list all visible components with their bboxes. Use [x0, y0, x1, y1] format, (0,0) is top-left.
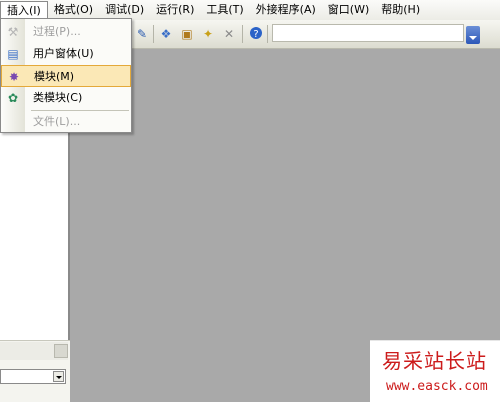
menu-item-userform[interactable]: ▤ 用户窗体(U)	[1, 43, 131, 65]
menu-item-file[interactable]: 文件(L)...	[1, 111, 131, 133]
menu-tools[interactable]: 工具(T)	[200, 1, 249, 19]
menu-item-procedure[interactable]: ⚒ 过程(P)...	[1, 21, 131, 43]
menu-item-module[interactable]: ✸ 模块(M)	[1, 65, 131, 87]
object-select[interactable]	[0, 369, 66, 384]
menu-help[interactable]: 帮助(H)	[375, 1, 426, 19]
svg-text:?: ?	[253, 29, 258, 40]
menu-run[interactable]: 运行(R)	[150, 1, 200, 19]
help-icon[interactable]: ?	[248, 26, 264, 42]
toolbar-separator	[153, 25, 154, 43]
properties-window-icon[interactable]: ▣	[179, 26, 195, 42]
menu-item-class-module[interactable]: ✿ 类模块(C)	[1, 87, 131, 109]
class-module-icon: ✿	[7, 91, 19, 105]
project-explorer-icon[interactable]: ❖	[158, 26, 174, 42]
menu-addins[interactable]: 外接程序(A)	[250, 1, 322, 19]
menu-window[interactable]: 窗口(W)	[322, 1, 375, 19]
watermark-title: 易采站长站	[382, 349, 487, 373]
object-browser-icon[interactable]: ✦	[200, 26, 216, 42]
userform-icon: ▤	[7, 47, 19, 61]
toolbox-icon[interactable]: ✕	[221, 26, 237, 42]
watermark-url: www.easck.com	[386, 379, 488, 394]
watermark: 易采站长站 www.easck.com	[370, 340, 500, 402]
menu-item-label: 模块(M)	[34, 70, 75, 83]
toolbar-separator	[267, 25, 268, 43]
menu-debug[interactable]: 调试(D)	[99, 1, 150, 19]
toolbar-options-icon[interactable]	[466, 26, 480, 44]
module-icon: ✸	[8, 70, 20, 84]
cursor-position-field	[272, 24, 464, 42]
menu-item-label: 类模块(C)	[33, 91, 83, 104]
menu-item-label: 用户窗体(U)	[33, 47, 94, 60]
menu-item-label: 文件(L)...	[33, 115, 81, 128]
design-mode-icon[interactable]: ✎	[134, 26, 150, 42]
procedure-icon: ⚒	[7, 25, 19, 39]
toolbar-separator	[242, 25, 243, 43]
menu-format[interactable]: 格式(O)	[48, 1, 99, 19]
insert-menu-dropdown: ⚒ 过程(P)... ▤ 用户窗体(U) ✸ 模块(M) ✿ 类模块(C) 文件…	[0, 18, 132, 133]
menu-item-label: 过程(P)...	[33, 25, 81, 38]
chevron-down-icon[interactable]	[53, 371, 64, 382]
close-icon[interactable]	[54, 344, 68, 358]
file-icon	[5, 114, 21, 130]
